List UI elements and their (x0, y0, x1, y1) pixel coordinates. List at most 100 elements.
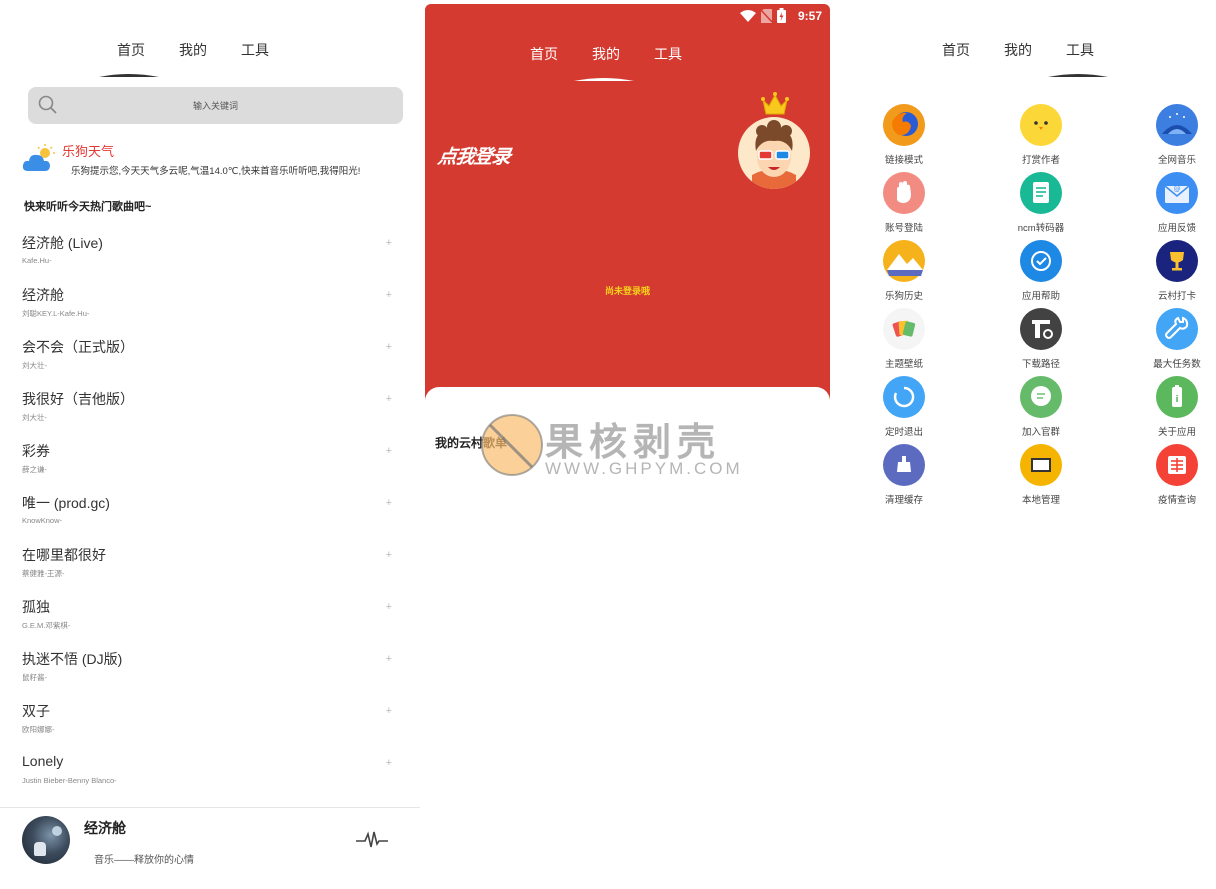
tool-label: 链接模式 (884, 155, 923, 166)
song-row[interactable]: 彩券 薛之谦- + (22, 441, 402, 493)
wifi-icon (740, 10, 756, 25)
tool-item[interactable]: 应用帮助 (996, 240, 1086, 304)
song-artist: 蔡健雅-王源- (22, 569, 65, 578)
song-artist: 刘大壮- (22, 361, 47, 370)
watermark-url: WWW.GHPYM.COM (545, 459, 743, 478)
mini-player[interactable]: 经济舱 音乐——释放你的心情 (0, 807, 420, 889)
song-row[interactable]: 孤独 G.E.M.邓紫棋- + (22, 597, 402, 649)
waveform-icon[interactable] (356, 830, 388, 855)
song-artist: 薛之谦- (22, 465, 47, 474)
add-song-icon[interactable]: + (386, 757, 392, 769)
tool-label: 云村打卡 (1157, 291, 1196, 302)
tools-panel: 首页 我的 工具 链接模式 打赏作者 全网音乐账号登陆 ncm转码器 @ 应用反馈乐狗历史… (840, 0, 1216, 889)
add-song-icon[interactable]: + (386, 601, 392, 613)
tool-item[interactable]: 清理缓存 (859, 444, 949, 508)
add-song-icon[interactable]: + (386, 445, 392, 457)
player-song-title: 经济舱 (84, 820, 126, 836)
mail-icon: @ (1156, 172, 1198, 214)
tool-item[interactable]: ncm转码器 (996, 172, 1086, 236)
sky-icon (1156, 104, 1198, 146)
tool-item[interactable]: 账号登陆 (859, 172, 949, 236)
svg-text:@: @ (1174, 185, 1181, 193)
chick-icon (1020, 104, 1062, 146)
song-row[interactable]: 经济舱 刘聪KEY.L-Kafe.Hu- + (22, 285, 402, 337)
song-title: 孤独 (22, 599, 50, 615)
add-song-icon[interactable]: + (386, 341, 392, 353)
tool-item[interactable]: 打赏作者 (996, 104, 1086, 168)
song-row[interactable]: 我很好（吉他版） 刘大壮- + (22, 389, 402, 441)
tool-label: 最大任务数 (1153, 359, 1201, 370)
mountain-icon (883, 240, 925, 282)
song-title: Lonely (22, 753, 64, 769)
avatar[interactable] (738, 117, 810, 189)
tool-item[interactable]: @ 应用反馈 (1132, 172, 1216, 236)
song-artist: KnowKnow- (22, 516, 63, 525)
add-song-icon[interactable]: + (386, 549, 392, 561)
tool-item[interactable]: 加入官群 (996, 376, 1086, 440)
tab-tools[interactable]: 工具 (654, 44, 682, 64)
status-bar: 9:57 (732, 8, 822, 24)
cloud-sun-icon (22, 144, 56, 179)
document-icon (1020, 172, 1062, 214)
search-placeholder: 输入关键词 (192, 101, 238, 111)
song-row[interactable]: 经济舱 (Live) Kafe.Hu- + (22, 233, 402, 285)
song-artist: 欧阳娜娜- (22, 725, 55, 734)
tab-tools[interactable]: 工具 (1066, 40, 1094, 60)
add-song-icon[interactable]: + (386, 237, 392, 249)
tool-item[interactable]: 主题壁纸 (859, 308, 949, 372)
song-artist: 刘聪KEY.L-Kafe.Hu- (22, 309, 90, 318)
login-button[interactable]: 点我登录 (436, 142, 512, 169)
tool-item[interactable]: 最大任务数 (1132, 308, 1216, 372)
tab-home[interactable]: 首页 (942, 40, 970, 60)
tool-item[interactable]: 定时退出 (859, 376, 949, 440)
tab-home[interactable]: 首页 (530, 44, 558, 64)
cards-icon (883, 308, 925, 350)
status-time: 9:57 (797, 9, 822, 23)
song-artist: 刘大壮- (22, 413, 47, 422)
add-song-icon[interactable]: + (386, 497, 392, 509)
trophy-icon (1156, 240, 1198, 282)
tool-item[interactable]: 链接模式 (859, 104, 949, 168)
tool-label: 疫情查询 (1157, 495, 1196, 506)
song-row[interactable]: 双子 欧阳娜娜- + (22, 701, 402, 753)
tool-item[interactable]: i 关于应用 (1132, 376, 1216, 440)
tool-item[interactable]: 云村打卡 (1132, 240, 1216, 304)
tool-label: 加入官群 (1021, 427, 1060, 438)
chat-icon (1020, 376, 1062, 418)
search-input[interactable]: 输入关键词 (28, 87, 403, 124)
add-song-icon[interactable]: + (386, 705, 392, 717)
song-row[interactable]: 唯一 (prod.gc) KnowKnow- + (22, 493, 402, 545)
top-tabs: 首页 我的 工具 (0, 40, 420, 80)
info-icon: i (1156, 376, 1198, 418)
hand-icon (883, 172, 925, 214)
tool-item[interactable]: 疫情查询 (1132, 444, 1216, 508)
tab-home[interactable]: 首页 (117, 40, 145, 60)
song-title: 经济舱 (Live) (22, 235, 103, 251)
tool-item[interactable]: 本地管理 (996, 444, 1086, 508)
song-row[interactable]: 在哪里都很好 蔡健雅-王源- + (22, 545, 402, 597)
tool-label: 下载路径 (1021, 359, 1060, 370)
tab-tools[interactable]: 工具 (241, 40, 269, 60)
home-panel: 首页 我的 工具 输入关键词 乐狗天气 乐狗提示您,今天天气多云呢,气温14.0… (0, 0, 420, 889)
song-artist: 鼠籽酱- (22, 673, 47, 682)
tab-indicator (574, 77, 634, 81)
weather-text: 乐狗提示您,今天天气多云呢,气温14.0℃,快来首音乐听听吧,我得阳光! (71, 166, 361, 177)
tool-item[interactable]: 全网音乐 (1132, 104, 1216, 168)
album-cover[interactable] (22, 816, 70, 864)
tool-item[interactable]: 乐狗历史 (859, 240, 949, 304)
tab-mine[interactable]: 我的 (592, 44, 620, 64)
add-song-icon[interactable]: + (386, 393, 392, 405)
tool-label: 乐狗历史 (884, 291, 923, 302)
song-row[interactable]: 会不会（正式版） 刘大壮- + (22, 337, 402, 389)
add-song-icon[interactable]: + (386, 653, 392, 665)
cleaner-icon (883, 444, 925, 486)
tab-mine[interactable]: 我的 (179, 40, 207, 60)
tool-label: 账号登陆 (884, 223, 923, 234)
wrench-icon (1156, 308, 1198, 350)
tool-item[interactable]: 下载路径 (996, 308, 1086, 372)
add-song-icon[interactable]: + (386, 289, 392, 301)
song-row[interactable]: 执迷不悟 (DJ版) 鼠籽酱- + (22, 649, 402, 701)
firefox-icon (883, 104, 925, 146)
song-row[interactable]: Lonely Justin Bieber-Benny Blanco- + (22, 753, 402, 805)
tab-mine[interactable]: 我的 (1004, 40, 1032, 60)
